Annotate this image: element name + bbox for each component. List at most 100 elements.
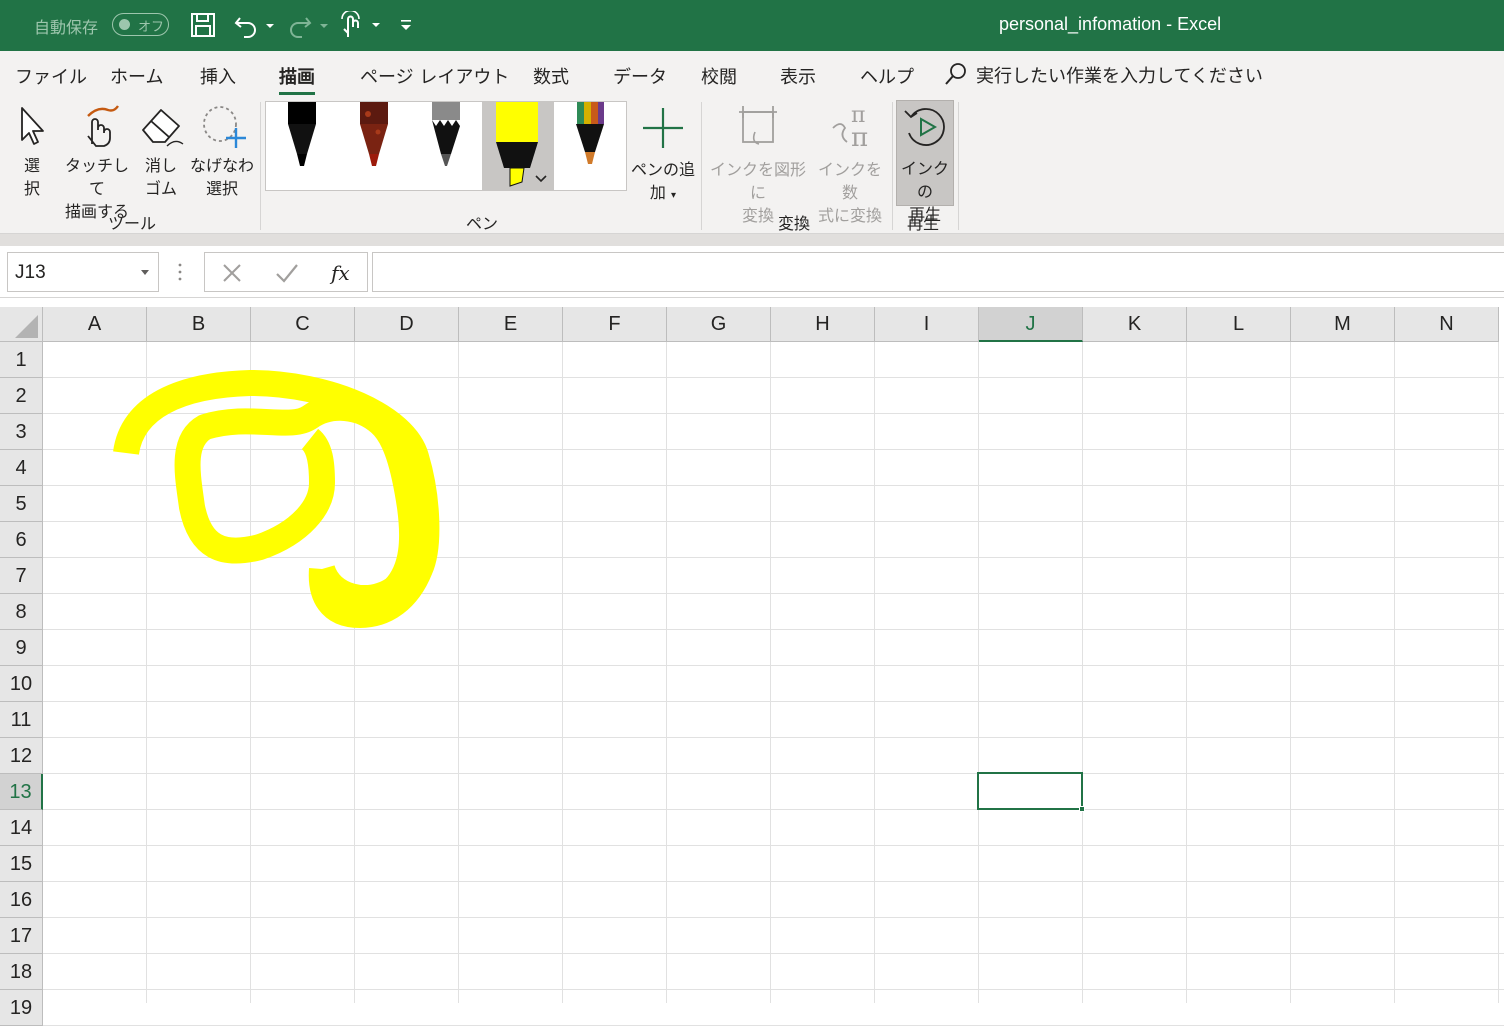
- column-header-j[interactable]: J: [979, 307, 1083, 342]
- tab-help[interactable]: ヘルプ: [860, 63, 914, 89]
- ink-to-math-button[interactable]: π π インクを数 式に変換: [812, 102, 888, 227]
- row-header-8[interactable]: 8: [0, 594, 43, 630]
- cancel-icon[interactable]: [221, 262, 243, 284]
- row-header-17[interactable]: 17: [0, 918, 43, 954]
- tab-home[interactable]: ホーム: [110, 63, 163, 89]
- autosave-toggle[interactable]: オフ: [112, 13, 169, 36]
- pen-red-galaxy[interactable]: [338, 102, 410, 190]
- column-header-c[interactable]: C: [251, 307, 355, 342]
- row-header-12[interactable]: 12: [0, 738, 43, 774]
- undo-button[interactable]: [234, 10, 276, 40]
- tab-review[interactable]: 校閲: [701, 63, 737, 89]
- pen-pencil[interactable]: [410, 102, 482, 190]
- row-header-11[interactable]: 11: [0, 702, 43, 738]
- eraser-button[interactable]: 消し ゴム: [137, 102, 185, 200]
- gridline: [43, 809, 1504, 810]
- more-options-icon: [178, 263, 182, 281]
- svg-text:π: π: [851, 123, 868, 152]
- row-header-3[interactable]: 3: [0, 414, 43, 450]
- row-header-19[interactable]: 19: [0, 990, 43, 1026]
- column-header-b[interactable]: B: [147, 307, 251, 342]
- gridline: [43, 485, 1504, 486]
- undo-icon: [234, 17, 274, 38]
- touch-mode-button[interactable]: [340, 10, 382, 40]
- column-header-f[interactable]: F: [563, 307, 667, 342]
- select-button[interactable]: 選 択: [8, 102, 56, 200]
- tab-page-layout[interactable]: ページ レイアウト: [360, 63, 509, 89]
- row-header-14[interactable]: 14: [0, 810, 43, 846]
- tab-view[interactable]: 表示: [780, 63, 816, 89]
- group-separator: [958, 102, 959, 230]
- row-header-5[interactable]: 5: [0, 486, 43, 522]
- gridline: [43, 557, 1504, 558]
- group-label-pens: ペン: [466, 214, 499, 233]
- gridline: [1394, 342, 1395, 1003]
- select-all-corner[interactable]: [0, 307, 43, 342]
- column-header-l[interactable]: L: [1187, 307, 1291, 342]
- row-header-4[interactable]: 4: [0, 450, 43, 486]
- column-header-a[interactable]: A: [43, 307, 147, 342]
- spreadsheet-grid[interactable]: A B C D E F G H I J K L M N 1 2 3 4 5 6 7 8 9 10 11 12 13 14 15 16 17 1…: [0, 307, 1504, 1026]
- customize-qat-button[interactable]: [398, 10, 414, 40]
- pen-black[interactable]: [266, 102, 338, 190]
- rainbow-pen-icon: [576, 102, 604, 164]
- yellow-ink-stroke[interactable]: [113, 370, 440, 628]
- column-header-n[interactable]: N: [1395, 307, 1499, 342]
- row-header-15[interactable]: 15: [0, 846, 43, 882]
- gridline: [146, 342, 147, 1003]
- autosave-label: 自動保存: [34, 18, 99, 37]
- gridline: [43, 377, 1504, 378]
- row-header-6[interactable]: 6: [0, 522, 43, 558]
- add-pen-label-1: ペンの追: [630, 160, 695, 179]
- row-header-7[interactable]: 7: [0, 558, 43, 594]
- column-header-h[interactable]: H: [771, 307, 875, 342]
- column-header-m[interactable]: M: [1291, 307, 1395, 342]
- tell-me-box[interactable]: 実行したい作業を入力してください: [944, 62, 1263, 88]
- gridline: [43, 593, 1504, 594]
- tab-draw[interactable]: 描画: [279, 63, 315, 95]
- redo-icon: [290, 17, 328, 38]
- ink-to-shape-button[interactable]: インクを図形に 変換: [705, 102, 811, 227]
- ink-drawing[interactable]: [0, 307, 1504, 1003]
- gridline: [1290, 342, 1291, 1003]
- tab-formulas[interactable]: 数式: [533, 63, 569, 89]
- ribbon-tabs: ファイル ホーム 挿入 描画 ページ レイアウト 数式 データ 校閲 表示 ヘル…: [0, 51, 1504, 98]
- chevron-down-icon: [141, 270, 149, 275]
- column-header-e[interactable]: E: [459, 307, 563, 342]
- pen-yellow-highlighter[interactable]: [482, 102, 554, 190]
- fill-handle[interactable]: [1079, 806, 1085, 812]
- row-header-18[interactable]: 18: [0, 954, 43, 990]
- tab-insert[interactable]: 挿入: [200, 63, 236, 89]
- lasso-select-button[interactable]: なげなわ 選択: [189, 102, 255, 200]
- row-header-2[interactable]: 2: [0, 378, 43, 414]
- insert-function-icon[interactable]: fx: [329, 260, 355, 286]
- gridline: [43, 953, 1504, 954]
- row-header-13[interactable]: 13: [0, 774, 43, 810]
- tell-me-text: 実行したい作業を入力してください: [976, 66, 1263, 87]
- row-header-16[interactable]: 16: [0, 882, 43, 918]
- redo-button[interactable]: [288, 10, 330, 40]
- name-box[interactable]: J13: [7, 252, 159, 292]
- save-button[interactable]: [190, 10, 216, 40]
- tab-file[interactable]: ファイル: [15, 63, 87, 89]
- column-header-i[interactable]: I: [875, 307, 979, 342]
- pencil-icon: [432, 102, 460, 166]
- add-pen-button[interactable]: ペンの追 加 ▾: [630, 102, 696, 207]
- pen-rainbow[interactable]: [554, 102, 626, 190]
- formula-input[interactable]: [372, 252, 1504, 292]
- selected-cell[interactable]: [977, 772, 1083, 810]
- touch-draw-button[interactable]: タッチして 描画する: [58, 102, 136, 223]
- enter-check-icon[interactable]: [275, 262, 299, 284]
- row-header-1[interactable]: 1: [0, 342, 43, 378]
- select-label-1: 選: [23, 156, 40, 175]
- row-header-10[interactable]: 10: [0, 666, 43, 702]
- ink-replay-button[interactable]: インクの 再生: [896, 100, 954, 224]
- tab-data[interactable]: データ: [613, 63, 667, 89]
- column-header-k[interactable]: K: [1083, 307, 1187, 342]
- column-header-g[interactable]: G: [667, 307, 771, 342]
- column-header-d[interactable]: D: [355, 307, 459, 342]
- gridline: [978, 342, 979, 1003]
- row-header-9[interactable]: 9: [0, 630, 43, 666]
- touch-draw-icon: [87, 105, 119, 147]
- group-label-replay: 再生: [907, 214, 940, 233]
